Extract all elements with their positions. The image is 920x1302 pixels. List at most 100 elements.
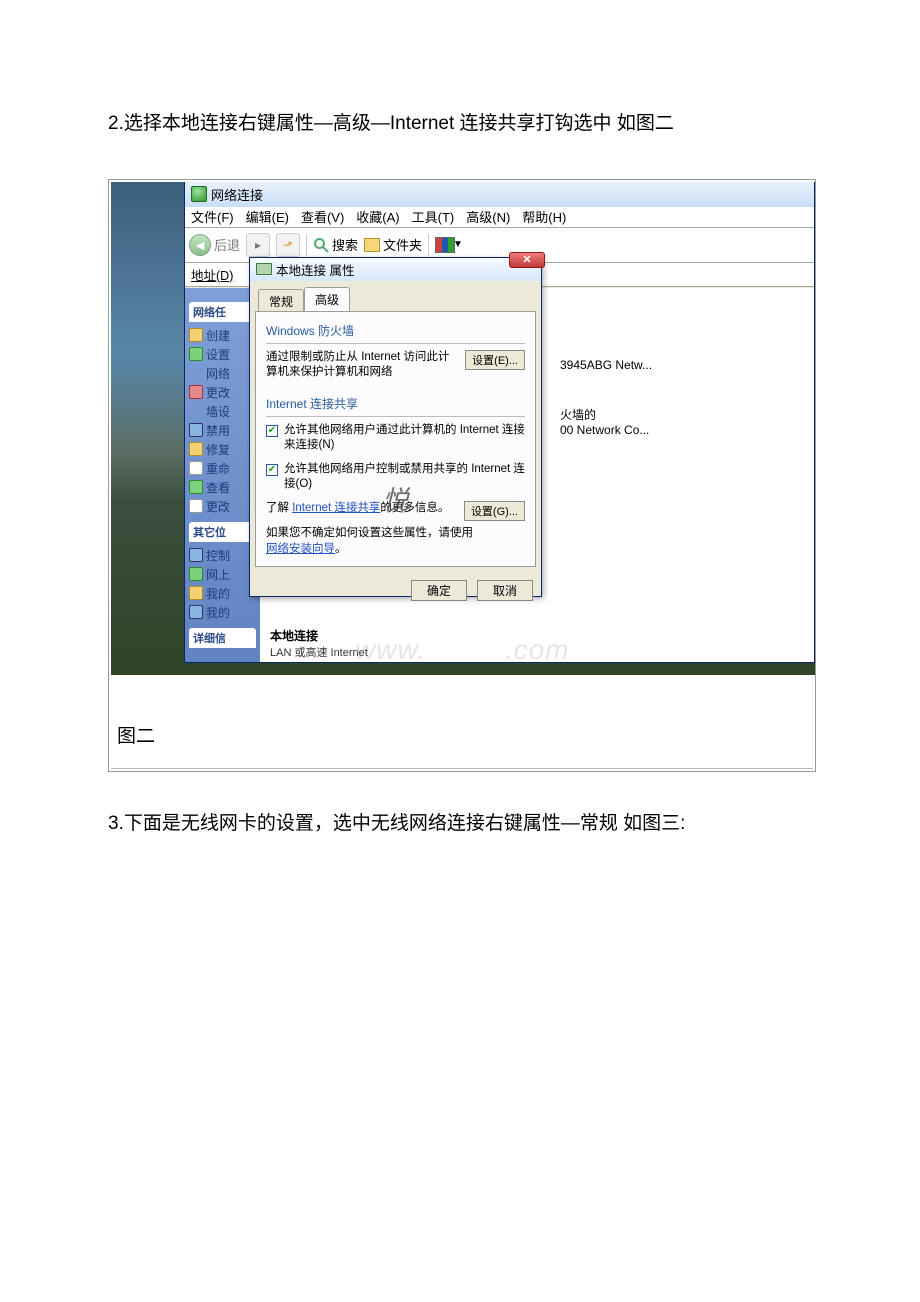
hint-text: 如果您不确定如何设置这些属性，请使用 网络安装向导。 — [266, 526, 525, 557]
separator — [266, 416, 525, 417]
menu-edit[interactable]: 编辑(E) — [246, 207, 289, 226]
checkbox-allow-connect-label: 允许其他网络用户通过此计算机的 Internet 连接来连接(N) — [284, 423, 525, 454]
ics-more-text: 了解 Internet 连接共享的更多信息。 — [266, 501, 458, 517]
back-icon: ◄ — [189, 234, 211, 256]
menu-tools[interactable]: 工具(T) — [412, 207, 455, 226]
connection-label-wifi: 3945ABG Netw... — [560, 358, 652, 372]
folder-icon — [364, 238, 380, 252]
watermark-url: www. .com — [355, 636, 655, 668]
other-item[interactable]: 控制 — [189, 546, 256, 565]
firewall-settings-button[interactable]: 设置(E)... — [465, 350, 525, 370]
menu-fav[interactable]: 收藏(A) — [356, 207, 399, 226]
other-item[interactable]: 我的 — [189, 584, 256, 603]
back-button[interactable]: ◄ 后退 — [189, 234, 240, 256]
menu-file[interactable]: 文件(F) — [191, 207, 234, 226]
search-label: 搜索 — [332, 235, 358, 254]
selected-connection-title: 本地连接 — [270, 627, 318, 644]
ics-allow-connect-row[interactable]: 允许其他网络用户通过此计算机的 Internet 连接来连接(N) — [266, 423, 525, 454]
task-icon — [189, 480, 203, 494]
task-icon — [189, 499, 203, 513]
checkbox-allow-control-label: 允许其他网络用户控制或禁用共享的 Internet 连接(O) — [284, 462, 525, 493]
connection-label-lan: 火墙的 00 Network Co... — [560, 406, 649, 437]
menu-view[interactable]: 查看(V) — [301, 207, 344, 226]
ics-allow-control-row[interactable]: 允许其他网络用户控制或禁用共享的 Internet 连接(O) — [266, 462, 525, 493]
other-item[interactable]: 我的 — [189, 603, 256, 622]
tab-general[interactable]: 常规 — [258, 289, 304, 313]
task-icon — [189, 385, 203, 399]
tab-advanced[interactable]: 高级 — [304, 287, 350, 311]
window-titlebar[interactable]: 网络连接 — [185, 182, 814, 207]
address-label: 地址(D) — [191, 265, 233, 284]
tab-strip: 常规 高级 — [258, 287, 537, 311]
figure-bottom-rule — [111, 768, 813, 769]
task-icon — [189, 423, 203, 437]
folder-icon — [189, 605, 203, 619]
ics-settings-button[interactable]: 设置(G)... — [464, 501, 525, 521]
views-button[interactable]: ▼ — [435, 237, 463, 253]
views-icon — [435, 237, 455, 253]
step-2-text: 2.选择本地连接右键属性—高级—Internet 连接共享打钩选中 如图二 — [108, 110, 812, 139]
network-setup-wizard-link[interactable]: 网络安装向导 — [266, 543, 335, 555]
folder-icon — [189, 548, 203, 562]
window-title-text: 网络连接 — [211, 185, 263, 204]
folders-button[interactable]: 文件夹 — [364, 235, 422, 254]
task-icon — [189, 347, 203, 361]
other-item[interactable]: 网上 — [189, 565, 256, 584]
separator — [266, 343, 525, 344]
folder-icon — [189, 586, 203, 600]
task-item[interactable]: 更改 — [189, 383, 256, 402]
folder-icon — [189, 567, 203, 581]
step-3-text: 3.下面是无线网卡的设置，选中无线网络连接右键属性—常规 如图三: — [108, 810, 812, 839]
tab-page-advanced: Windows 防火墙 通过限制或防止从 Internet 访问此计算机来保护计… — [255, 311, 536, 567]
forward-button[interactable]: ▸ — [246, 233, 270, 257]
group-firewall-title: Windows 防火墙 — [266, 322, 525, 339]
close-button[interactable]: ✕ — [509, 252, 545, 268]
toolbar-separator-2 — [428, 234, 429, 256]
search-button[interactable]: 搜索 — [313, 235, 358, 254]
search-icon — [313, 237, 329, 253]
checkbox-allow-control[interactable] — [266, 464, 278, 476]
figure-2-label: 图二 — [109, 677, 815, 768]
task-icon — [189, 328, 203, 342]
close-icon: ✕ — [522, 253, 531, 266]
screenshot-canvas: XL 网络连接 文件(F) 编辑(E) 查看(V) 收藏(A) 工具(T) — [111, 182, 815, 675]
menu-adv[interactable]: 高级(N) — [466, 207, 510, 226]
toolbar-separator — [306, 234, 307, 256]
group-ics-title: Internet 连接共享 — [266, 395, 525, 412]
task-item[interactable]: 更改 — [189, 497, 256, 516]
back-label: 后退 — [214, 235, 240, 254]
folders-label: 文件夹 — [383, 235, 422, 254]
chevron-down-icon: ▼ — [453, 239, 463, 250]
window-icon — [191, 186, 207, 202]
task-item[interactable]: 重命 — [189, 459, 256, 478]
ok-button[interactable]: 确定 — [411, 580, 467, 601]
menu-help[interactable]: 帮助(H) — [522, 207, 566, 226]
properties-dialog: ✕ 本地连接 属性 常规 高级 Windows 防火墙 — [249, 257, 542, 597]
tasks-section-network: 网络任 — [189, 302, 256, 322]
forward-icon: ▸ — [255, 238, 261, 252]
firewall-desc: 通过限制或防止从 Internet 访问此计算机来保护计算机和网络 — [266, 350, 459, 381]
task-item[interactable]: 设置 — [189, 345, 256, 364]
dialog-actions: 确定 取消 — [250, 572, 541, 609]
cancel-button[interactable]: 取消 — [477, 580, 533, 601]
dialog-icon — [256, 263, 272, 275]
tasks-section-other: 其它位 — [189, 522, 256, 542]
ics-more-link[interactable]: Internet 连接共享 — [292, 502, 380, 514]
task-item-line2: 网络 — [189, 364, 256, 383]
task-item[interactable]: 创建 — [189, 326, 256, 345]
up-button[interactable]: ⬏ — [276, 233, 300, 257]
dialog-titlebar[interactable]: 本地连接 属性 — [250, 258, 541, 281]
selected-connection-sub: LAN 或高速 Internet — [270, 644, 368, 660]
task-item[interactable]: 禁用 — [189, 421, 256, 440]
task-item-line2: 墙设 — [189, 402, 256, 421]
figure-2-container: XL 网络连接 文件(F) 编辑(E) 查看(V) 收藏(A) 工具(T) — [108, 179, 816, 772]
task-icon — [189, 442, 203, 456]
dialog-title-text: 本地连接 属性 — [276, 260, 354, 279]
task-item[interactable]: 修复 — [189, 440, 256, 459]
up-icon: ⬏ — [283, 238, 293, 252]
tasks-section-detail: 详细信 — [189, 628, 256, 648]
menu-bar: 文件(F) 编辑(E) 查看(V) 收藏(A) 工具(T) 高级(N) 帮助(H… — [185, 207, 814, 228]
ics-more-row: 了解 Internet 连接共享的更多信息。 设置(G)... — [266, 501, 525, 521]
checkbox-allow-connect[interactable] — [266, 425, 278, 437]
task-item[interactable]: 查看 — [189, 478, 256, 497]
